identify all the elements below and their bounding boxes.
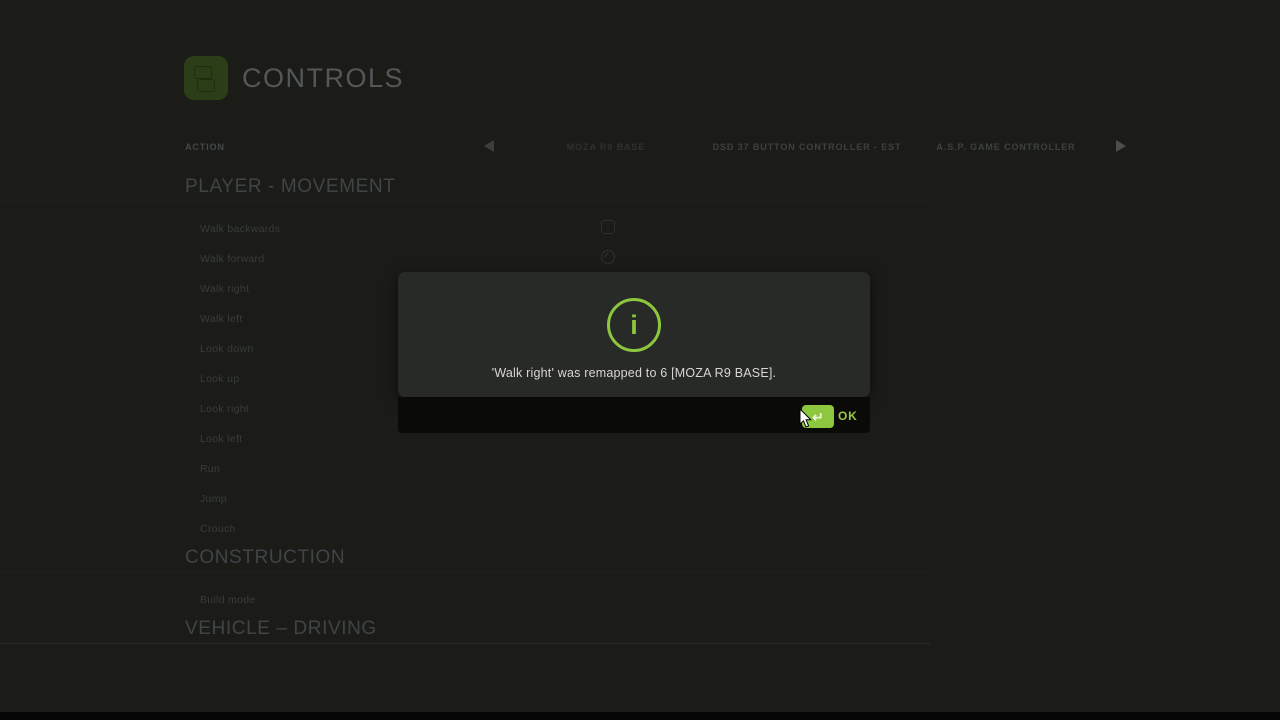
action-label: Run (0, 463, 220, 475)
action-column-label: ACTION (185, 142, 225, 152)
page-header: CONTROLS (184, 56, 404, 100)
column-header-row: ACTION MOZA R9 BASE DSD 37 BUTTON CONTRO… (0, 139, 1280, 157)
ok-button[interactable]: ↵ (802, 405, 834, 428)
action-label: Look down (0, 343, 254, 355)
ok-button-label[interactable]: OK (838, 405, 858, 428)
action-row[interactable]: Walk backwards (0, 213, 1280, 243)
info-circle-icon: i (607, 298, 661, 352)
binding-badge-icon[interactable] (601, 250, 615, 264)
section-title: CONSTRUCTION (0, 543, 930, 573)
action-label: Walk forward (0, 253, 264, 265)
info-dialog: i 'Walk right' was remapped to 6 [MOZA R… (398, 272, 870, 397)
action-label: Look right (0, 403, 249, 415)
left-arrow-icon[interactable] (484, 140, 494, 152)
dialog-button-bar: ↵ OK (398, 397, 870, 433)
dialog-message: 'Walk right' was remapped to 6 [MOZA R9 … (398, 366, 870, 380)
action-row[interactable]: Jump (0, 483, 1280, 513)
section-title: PLAYER - MOVEMENT (0, 172, 930, 202)
action-label: Look up (0, 373, 239, 385)
device-column-moza[interactable]: MOZA R9 BASE (506, 142, 706, 152)
page-title: CONTROLS (242, 63, 404, 94)
action-label: Walk backwards (0, 223, 280, 235)
action-row[interactable]: Build mode (0, 584, 1280, 614)
letterbox-bar (0, 712, 1280, 720)
action-label: Look left (0, 433, 242, 445)
action-label: Walk right (0, 283, 249, 295)
device-column-asp[interactable]: A.S.P. GAME CONTROLLER (906, 142, 1106, 152)
action-label: Crouch (0, 523, 236, 535)
right-arrow-icon[interactable] (1116, 140, 1126, 152)
action-label: Jump (0, 493, 227, 505)
action-label: Walk left (0, 313, 243, 325)
action-row[interactable]: Crouch (0, 513, 1280, 543)
binding-badge-icon[interactable] (601, 220, 615, 234)
keyboard-keys-icon (184, 56, 228, 100)
section-title: VEHICLE – DRIVING (0, 614, 930, 644)
device-column-dsd[interactable]: DSD 37 BUTTON CONTROLLER - EST (682, 142, 932, 152)
enter-key-icon: ↵ (812, 410, 824, 424)
info-icon-glyph: i (630, 312, 638, 339)
action-row[interactable]: Run (0, 453, 1280, 483)
action-label: Build mode (0, 594, 256, 606)
action-row[interactable]: Walk forward (0, 243, 1280, 273)
